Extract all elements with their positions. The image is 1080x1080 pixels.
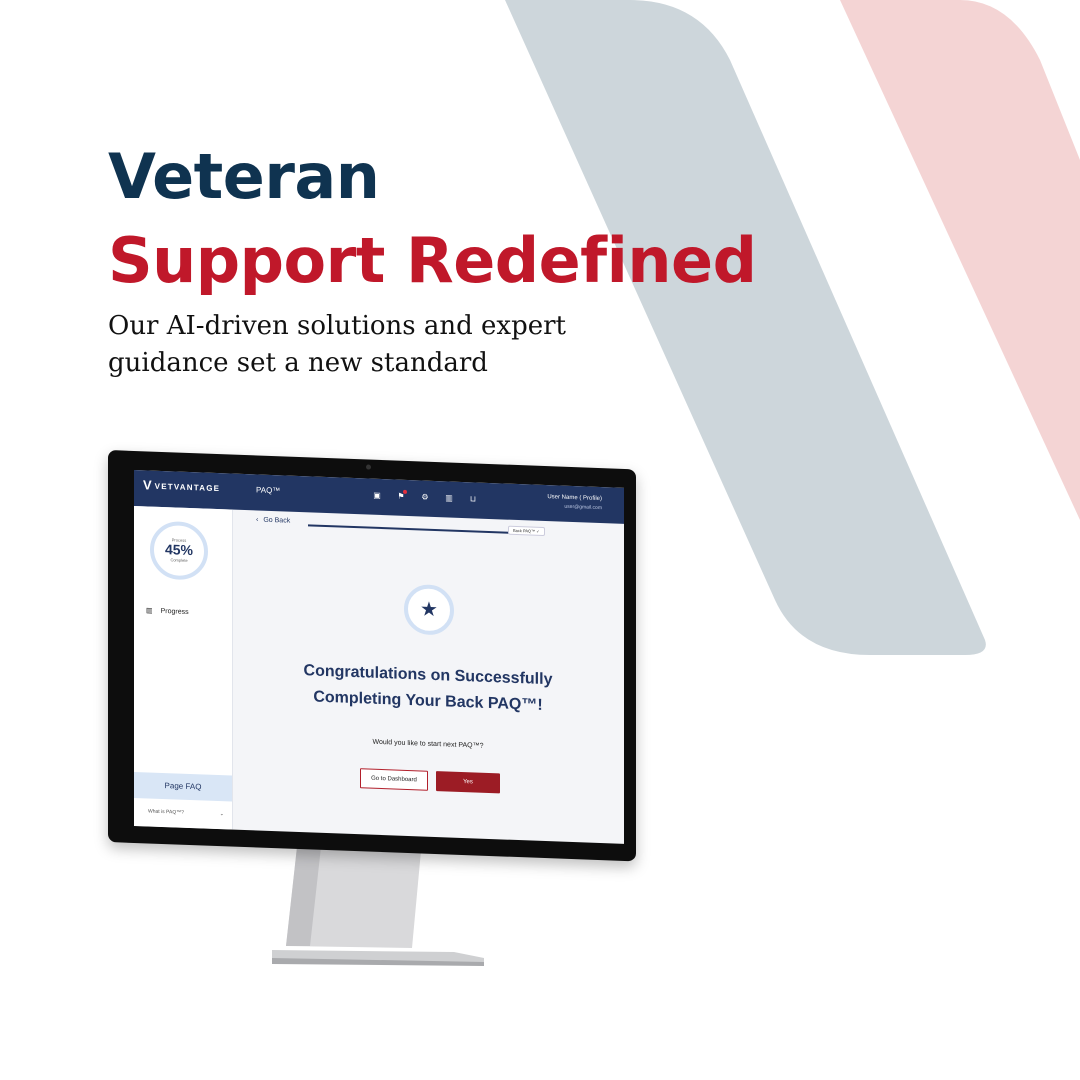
headline-line-2: Support Redefined bbox=[108, 224, 757, 297]
yes-button[interactable]: Yes bbox=[436, 771, 500, 794]
user-email: user@gmail.com bbox=[564, 503, 602, 512]
chevron-left-icon: ‹ bbox=[256, 516, 259, 524]
progress-track bbox=[308, 524, 526, 535]
go-back-label: Go Back bbox=[263, 516, 291, 525]
page-name: PAQ™ bbox=[256, 485, 281, 496]
logo-mark-icon: V bbox=[143, 477, 152, 493]
camera-icon bbox=[366, 464, 371, 470]
progress-ring: Process 45% Complete bbox=[150, 520, 208, 581]
sidebar-item-label: Progress bbox=[160, 607, 189, 616]
headline-line-1: Veteran bbox=[108, 140, 380, 213]
congrats-title: Congratulations on Successfully Completi… bbox=[303, 662, 553, 714]
app-logo[interactable]: V VETVANTAGE bbox=[143, 477, 221, 495]
headline: Veteran Support Redefined bbox=[108, 135, 757, 303]
main-content: ‹ Go Back Back PAQ™ ✓ ★ Congratulations … bbox=[232, 510, 624, 844]
sidebar: Process 45% Complete ▥ Progress Page FAQ… bbox=[134, 505, 233, 830]
notification-dot bbox=[403, 489, 407, 494]
go-to-dashboard-button[interactable]: Go to Dashboard bbox=[360, 768, 428, 791]
sidebar-item-progress[interactable]: ▥ Progress bbox=[146, 606, 189, 616]
track-badge: Back PAQ™ ✓ bbox=[508, 525, 545, 537]
chevron-down-icon: ⌄ bbox=[219, 811, 224, 818]
bell-icon[interactable]: ⚑ bbox=[396, 489, 407, 501]
book-icon[interactable]: ▥ bbox=[444, 493, 454, 502]
page-faq-header: Page FAQ bbox=[134, 771, 232, 802]
topbar-icons: ▣ ⚑ ⚙ ▥ ⊔ bbox=[372, 489, 478, 504]
star-icon: ★ bbox=[404, 583, 454, 636]
logo-text: VETVANTAGE bbox=[154, 481, 221, 493]
bar-chart-icon: ▥ bbox=[146, 607, 153, 615]
monitor: V VETVANTAGE PAQ™ ▣ ⚑ ⚙ ▥ ⊔ User Name ( … bbox=[108, 450, 636, 862]
save-icon[interactable]: ▣ bbox=[372, 491, 382, 500]
app-screen: V VETVANTAGE PAQ™ ▣ ⚑ ⚙ ▥ ⊔ User Name ( … bbox=[134, 469, 624, 844]
go-back-link[interactable]: ‹ Go Back bbox=[256, 516, 290, 524]
progress-label-bottom: Complete bbox=[170, 557, 188, 563]
faq-question-label: What is PAQ™? bbox=[148, 808, 185, 816]
gear-icon[interactable]: ⚙ bbox=[420, 492, 430, 501]
subheadline: Our AI-driven solutions and expert guida… bbox=[108, 311, 566, 378]
user-profile[interactable]: User Name ( Profile) user@gmail.com bbox=[547, 493, 602, 513]
faq-question[interactable]: What is PAQ™? ⌄ bbox=[134, 798, 232, 828]
cart-icon[interactable]: ⊔ bbox=[468, 494, 478, 503]
next-paq-question: Would you like to start next PAQ™? bbox=[372, 738, 484, 750]
